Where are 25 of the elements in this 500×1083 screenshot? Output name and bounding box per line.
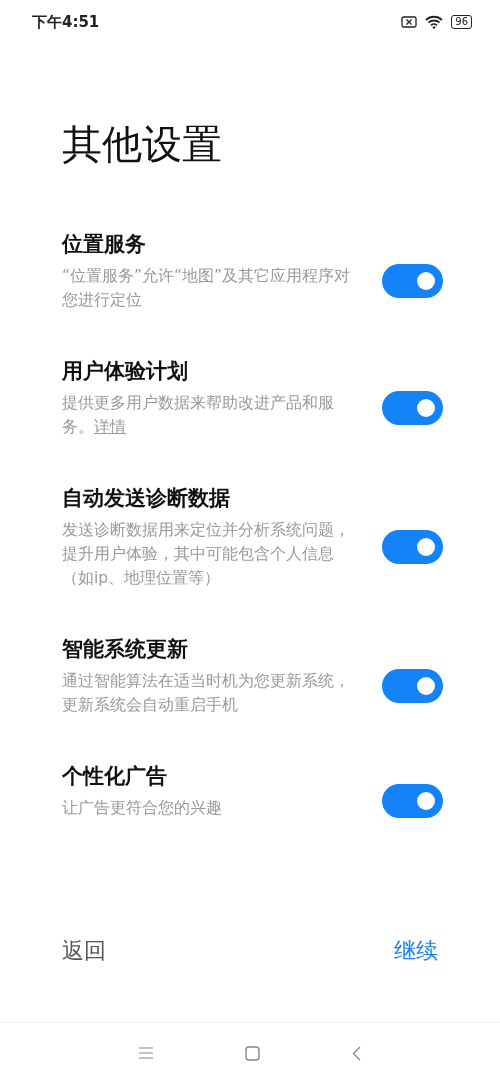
setting-description: 提供更多用户数据来帮助改进产品和服务。详情 (62, 393, 335, 438)
toggle-switch[interactable] (382, 390, 443, 425)
toggle-switch[interactable] (382, 263, 443, 298)
toggle-switch[interactable] (382, 529, 443, 564)
toggle-switch[interactable] (382, 668, 443, 703)
setting-description: 让广告更符合您的兴趣 (62, 798, 223, 819)
setting-title: 自动发送诊断数据 (62, 485, 231, 512)
toggle-switch[interactable] (382, 783, 443, 818)
setting-description: “位置服务”允许“地图”及其它应用程序对您进行定位 (62, 266, 352, 311)
setting-title: 位置服务 (62, 231, 147, 258)
continue-button[interactable]: 继续 (392, 932, 440, 970)
details-link[interactable]: 详情 (94, 418, 126, 436)
no-sim-icon (401, 16, 418, 28)
battery-icon: 96 (451, 15, 472, 29)
setting-title: 用户体验计划 (62, 358, 189, 385)
setting-description: 通过智能算法在适当时机为您更新系统，更新系统会自动重启手机 (62, 671, 351, 716)
home-icon[interactable] (245, 1045, 260, 1061)
wifi-icon (425, 15, 444, 29)
setting-title: 智能系统更新 (62, 636, 189, 663)
back-icon[interactable] (352, 1045, 361, 1061)
setting-title: 个性化广告 (62, 763, 168, 790)
status-time: 下午4:51 (32, 12, 100, 32)
page-title: 其他设置 (62, 120, 223, 169)
back-button[interactable]: 返回 (60, 932, 108, 970)
setting-description: 发送诊断数据用来定位并分析系统问题，提升用户体验，其中可能包含个人信息（如ip、地理位置等） (62, 520, 351, 589)
